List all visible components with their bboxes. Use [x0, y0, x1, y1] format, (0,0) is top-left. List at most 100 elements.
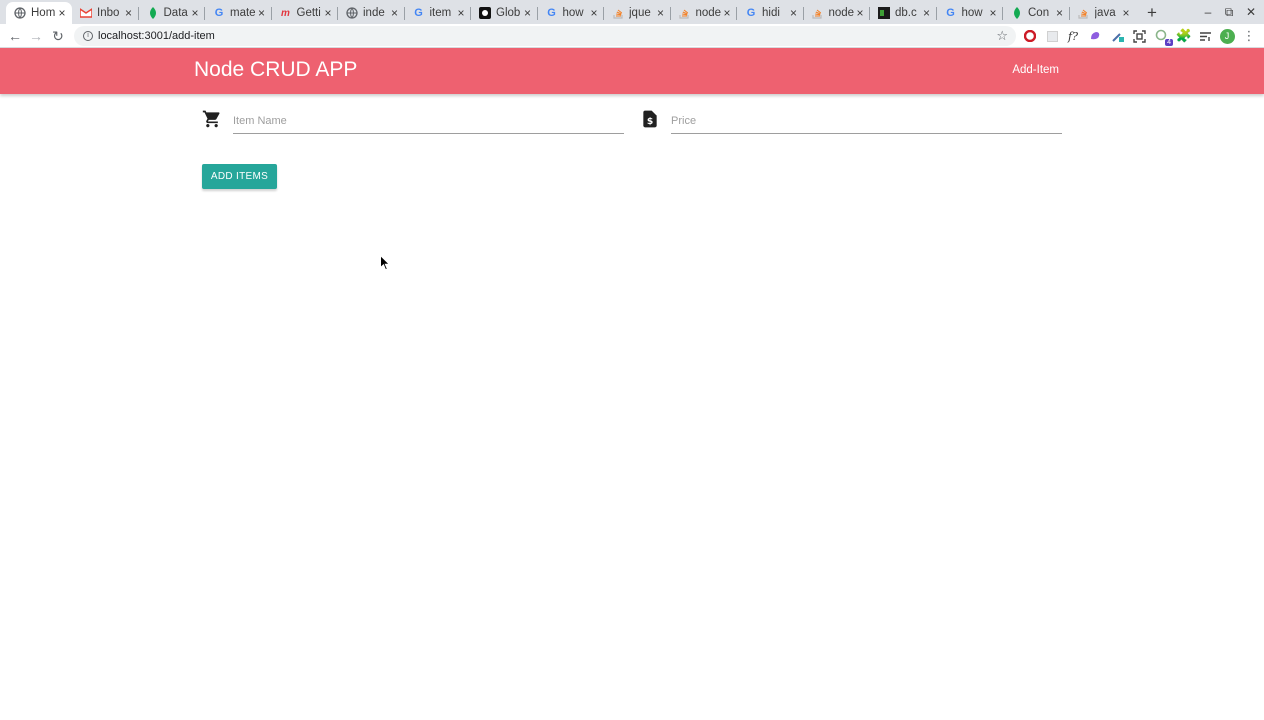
add-items-button[interactable]: ADD ITEMS — [202, 164, 277, 189]
tab-label: inde — [363, 7, 385, 19]
stackoverflow-icon — [679, 7, 691, 19]
globe-icon — [14, 7, 26, 19]
mouse-cursor-icon — [380, 255, 390, 271]
browser-tab[interactable]: Gmate × — [205, 2, 272, 24]
tab-label: java — [1094, 7, 1116, 19]
browser-tab[interactable]: Con × — [1003, 2, 1070, 24]
extension-badge: 4 — [1165, 39, 1173, 46]
window-close-icon[interactable]: ✕ — [1240, 2, 1262, 22]
tab-close-icon[interactable]: × — [1054, 7, 1066, 19]
google-icon: G — [414, 7, 423, 19]
google-icon: G — [214, 7, 224, 19]
google-icon: G — [547, 7, 556, 19]
bookmark-star-icon[interactable]: ☆ — [996, 28, 1008, 44]
tab-label: Data — [163, 7, 188, 19]
tab-label: Hom — [31, 7, 56, 19]
new-tab-button[interactable]: + — [1140, 2, 1164, 24]
opera-extension-icon[interactable] — [1022, 28, 1038, 44]
item-name-field — [202, 108, 624, 135]
tab-close-icon[interactable]: × — [1120, 7, 1132, 19]
browser-tab[interactable]: Inbo × — [72, 2, 139, 24]
tab-label: Glob — [496, 7, 521, 19]
tab-label: how — [961, 7, 983, 19]
browser-tab[interactable]: jque × — [604, 2, 671, 24]
reload-icon[interactable]: ↻ — [48, 26, 68, 46]
tab-close-icon[interactable]: × — [322, 7, 334, 19]
app-navbar: Node CRUD APP Add-Item — [0, 48, 1264, 94]
gmail-icon — [80, 7, 92, 19]
m-logo-icon: m — [281, 7, 290, 19]
tab-close-icon[interactable]: × — [655, 7, 667, 19]
tab-label: hidi — [762, 7, 780, 19]
tab-close-icon[interactable]: × — [788, 7, 800, 19]
tab-label: Con — [1028, 7, 1050, 19]
terminal-icon — [878, 7, 890, 19]
price-field: $ — [640, 108, 1062, 135]
leaf-icon — [147, 7, 159, 19]
tab-close-icon[interactable]: × — [455, 7, 467, 19]
site-info-icon[interactable]: i — [83, 31, 93, 41]
tab-label: db.c — [895, 7, 917, 19]
tab-close-icon[interactable]: × — [189, 7, 201, 19]
tab-list: Hom × Inbo × Data × Gmate × m Getti × inde × Gitem × Gl… — [6, 2, 1136, 24]
tab-label: Getti — [296, 7, 321, 19]
dollar-document-icon: $ — [640, 109, 660, 129]
stackoverflow-icon — [812, 7, 824, 19]
browser-tab[interactable]: node × — [804, 2, 871, 24]
brand-logo[interactable]: Node CRUD APP — [194, 58, 357, 82]
browser-tab[interactable]: java × — [1070, 2, 1137, 24]
browser-tab[interactable]: db.c × — [870, 2, 937, 24]
google-icon: G — [946, 7, 955, 19]
tab-close-icon[interactable]: × — [123, 7, 135, 19]
tab-label: jque — [629, 7, 651, 19]
browser-tab[interactable]: Ghow × — [937, 2, 1004, 24]
restore-icon[interactable]: ⧉ — [1218, 2, 1240, 22]
address-bar[interactable]: i localhost:3001/add-item ☆ — [74, 26, 1016, 46]
browser-tab[interactable]: inde × — [338, 2, 405, 24]
browser-tab[interactable]: Gitem × — [405, 2, 472, 24]
reading-list-icon[interactable] — [1197, 28, 1213, 44]
badge-extension-icon[interactable]: 4 — [1154, 28, 1173, 46]
leaf-icon — [1011, 7, 1023, 19]
extensions-puzzle-icon[interactable]: 🧩 — [1176, 28, 1192, 44]
browser-tab[interactable]: Glob × — [471, 2, 538, 24]
tab-close-icon[interactable]: × — [522, 7, 534, 19]
tab-close-icon[interactable]: × — [56, 7, 68, 19]
tab-close-icon[interactable]: × — [588, 7, 600, 19]
tab-close-icon[interactable]: × — [987, 7, 999, 19]
tab-label: node — [695, 7, 722, 19]
tab-close-icon[interactable]: × — [721, 7, 733, 19]
browser-tab[interactable]: m Getti × — [272, 2, 339, 24]
forward-icon[interactable]: → — [26, 26, 46, 46]
tab-label: mate — [230, 7, 256, 19]
price-input[interactable] — [671, 108, 1062, 134]
browser-toolbar: ← → ↻ i localhost:3001/add-item ☆ f? 4 🧩… — [0, 24, 1264, 48]
tab-close-icon[interactable]: × — [921, 7, 933, 19]
browser-tab[interactable]: Ghow × — [538, 2, 605, 24]
avatar[interactable]: J — [1219, 28, 1235, 44]
purple-extension-icon[interactable] — [1087, 28, 1103, 44]
tab-close-icon[interactable]: × — [854, 7, 866, 19]
tab-label: node — [828, 7, 855, 19]
back-icon[interactable]: ← — [5, 26, 25, 46]
avatar-initial: J — [1219, 28, 1235, 44]
tab-close-icon[interactable]: × — [256, 7, 268, 19]
google-icon: G — [746, 7, 756, 19]
browser-tab[interactable]: node × — [671, 2, 738, 24]
stackoverflow-icon — [1078, 7, 1090, 19]
browser-tab[interactable]: Data × — [139, 2, 206, 24]
tab-close-icon[interactable]: × — [389, 7, 401, 19]
formula-extension-icon[interactable]: f? — [1065, 28, 1081, 44]
item-name-input[interactable] — [233, 108, 624, 134]
minimize-icon[interactable]: – — [1197, 2, 1219, 22]
menu-kebab-icon[interactable]: ⋮ — [1241, 28, 1257, 44]
blank-extension-icon[interactable] — [1044, 28, 1060, 44]
dropper-extension-icon[interactable] — [1110, 28, 1126, 44]
shopping-cart-icon — [202, 109, 222, 129]
browser-tab[interactable]: Hom × — [6, 2, 72, 24]
browser-tab[interactable]: Ghidi × — [737, 2, 804, 24]
globe-icon — [346, 7, 358, 19]
screenshot-extension-icon[interactable] — [1131, 28, 1147, 44]
nav-link-add-item[interactable]: Add-Item — [1012, 64, 1059, 76]
stackoverflow-icon — [612, 7, 624, 19]
